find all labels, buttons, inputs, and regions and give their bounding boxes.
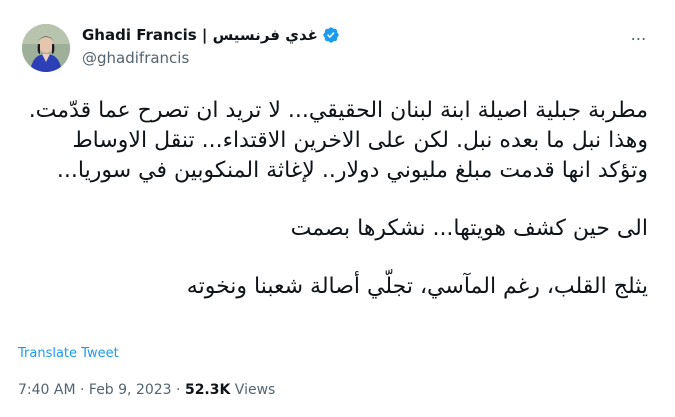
author-block: Ghadi Francis | غدي فرنسيس @ghadifrancis: [82, 25, 340, 68]
tweet-time[interactable]: 7:40 AM: [18, 382, 76, 398]
meta-separator: ·: [75, 382, 89, 398]
tweet-paragraph-2: الى حين كشف هويتها... نشكرها بصمت: [290, 216, 648, 241]
author-name-row: Ghadi Francis | غدي فرنسيس: [82, 25, 340, 45]
tweet-card: Ghadi Francis | غدي فرنسيس @ghadifrancis…: [0, 0, 675, 417]
tweet-paragraph-1: مطربة جبلية اصيلة ابنة لبنان الحقيقي... …: [28, 98, 648, 183]
tweet-paragraph-3: يثلج القلب، رغم المآسي، تجلّي أصالة شعبن…: [186, 274, 648, 299]
tweet-date[interactable]: Feb 9, 2023: [89, 382, 172, 398]
author-display-name[interactable]: Ghadi Francis | غدي فرنسيس: [82, 25, 318, 45]
meta-separator: ·: [171, 382, 185, 398]
translate-tweet-link[interactable]: Translate Tweet: [18, 345, 119, 363]
verified-badge-icon[interactable]: [322, 26, 340, 44]
avatar[interactable]: [22, 24, 70, 72]
tweet-meta: 7:40 AM · Feb 9, 2023 · 52.3K Views: [18, 380, 275, 400]
views-count: 52.3K: [184, 382, 231, 398]
tweet-text: مطربة جبلية اصيلة ابنة لبنان الحقيقي... …: [18, 96, 648, 302]
more-options-icon[interactable]: ⋯: [628, 28, 650, 50]
views-label: Views: [230, 382, 276, 398]
author-handle[interactable]: @ghadifrancis: [82, 48, 340, 68]
